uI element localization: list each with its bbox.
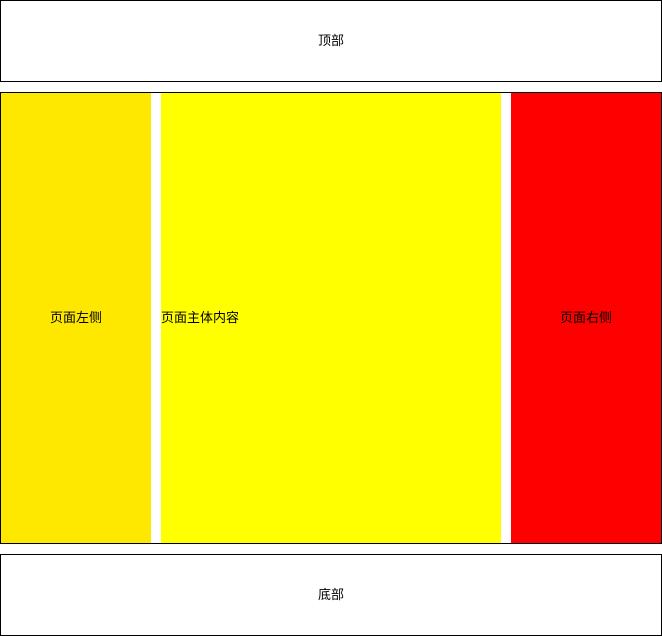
layout-diagram: 顶部 页面左侧 页面主体内容 页面右侧 底部 [0,0,662,636]
footer-block: 底部 [0,554,662,636]
right-column-block: 页面右侧 [511,93,661,543]
header-label: 顶部 [317,33,344,49]
right-column-label: 页面右侧 [559,310,612,326]
left-column-block: 页面左侧 [1,93,151,543]
main-block: 页面左侧 页面主体内容 页面右侧 [0,92,662,544]
left-column-label: 页面左侧 [49,310,102,326]
center-content-block: 页面主体内容 [161,93,501,543]
header-block: 顶部 [0,0,662,82]
footer-label: 底部 [317,587,344,603]
center-content-label: 页面主体内容 [161,310,240,326]
